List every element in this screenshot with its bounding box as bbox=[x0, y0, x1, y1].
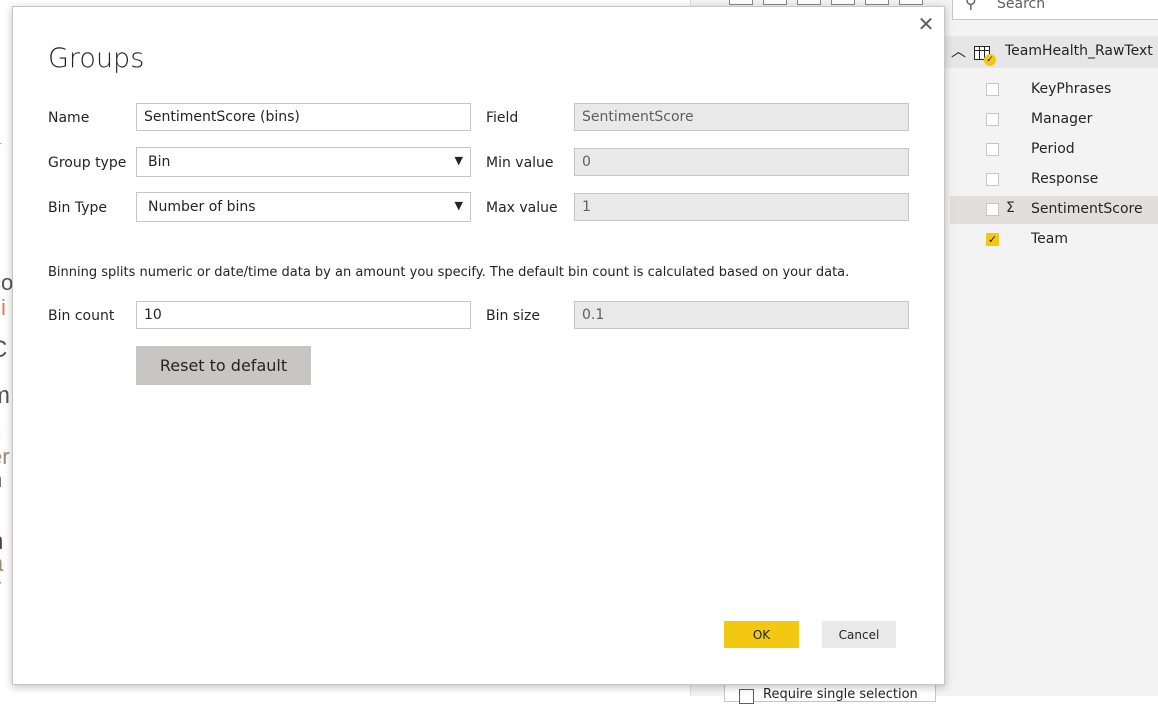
field-checkbox-checked[interactable]: ✓ bbox=[986, 233, 999, 246]
canvas-fragment: m bbox=[0, 382, 10, 410]
bin-size-field: 0.1 bbox=[574, 301, 909, 329]
canvas-fragment: c bbox=[0, 420, 1, 446]
max-value-field: 1 bbox=[574, 193, 909, 221]
field-checkbox[interactable] bbox=[986, 173, 999, 186]
fields-search-input[interactable]: ⚲ Search bbox=[952, 0, 1158, 20]
report-canvas: ar co si C m c er n h a v bbox=[0, 0, 12, 696]
field-label: Response bbox=[1031, 171, 1099, 187]
field-item-period[interactable]: Period bbox=[950, 136, 1158, 164]
field-label: Team bbox=[1031, 231, 1069, 247]
sigma-icon: Σ bbox=[1006, 200, 1015, 216]
field-checkbox[interactable] bbox=[986, 143, 999, 156]
field-item-response[interactable]: Response bbox=[950, 166, 1158, 194]
canvas-fragment: co bbox=[0, 270, 12, 295]
bin-size-label: Bin size bbox=[486, 308, 540, 324]
groups-dialog: ✕ Groups Name SentimentScore (bins) Fiel… bbox=[12, 6, 945, 685]
table-node[interactable]: ︿ ✓ TeamHealth_RawText bbox=[944, 36, 1158, 68]
visual-type-icon[interactable] bbox=[729, 0, 753, 5]
bin-count-label: Bin count bbox=[48, 308, 115, 324]
ok-button[interactable]: OK bbox=[724, 621, 799, 648]
field-item-team[interactable]: ✓ Team bbox=[950, 226, 1158, 254]
field-item-manager[interactable]: Manager bbox=[950, 106, 1158, 134]
canvas-fragment: v bbox=[0, 574, 1, 600]
visual-type-icon[interactable] bbox=[831, 0, 855, 5]
bin-type-select[interactable]: Number of bins ▼ bbox=[136, 192, 471, 222]
cancel-button[interactable]: Cancel bbox=[822, 621, 896, 648]
close-icon[interactable]: ✕ bbox=[915, 13, 937, 35]
name-label: Name bbox=[48, 110, 90, 126]
binning-info-text: Binning splits numeric or date/time data… bbox=[48, 265, 850, 280]
name-input[interactable]: SentimentScore (bins) bbox=[136, 103, 471, 131]
field-checkbox[interactable] bbox=[986, 113, 999, 126]
search-icon: ⚲ bbox=[965, 0, 977, 12]
reset-to-default-button[interactable]: Reset to default bbox=[136, 346, 311, 385]
bin-count-input[interactable]: 10 bbox=[136, 301, 471, 329]
bin-type-value: Number of bins bbox=[148, 199, 256, 215]
field-item-keyphrases[interactable]: KeyPhrases bbox=[950, 76, 1158, 104]
field-item-sentimentscore[interactable]: Σ SentimentScore bbox=[950, 196, 1158, 224]
field-label: Field bbox=[486, 110, 519, 126]
single-selection-label: Require single selection bbox=[763, 687, 918, 702]
table-name: TeamHealth_RawText bbox=[1005, 43, 1153, 59]
checkmark-badge-icon: ✓ bbox=[984, 54, 996, 66]
field-label: Period bbox=[1031, 141, 1075, 157]
canvas-fragment: n bbox=[0, 467, 2, 493]
visual-type-icon[interactable] bbox=[865, 0, 889, 5]
canvas-fragment: si bbox=[0, 295, 6, 320]
visual-gallery bbox=[729, 0, 923, 5]
search-placeholder: Search bbox=[997, 0, 1046, 12]
dialog-title: Groups bbox=[48, 43, 145, 74]
group-type-label: Group type bbox=[48, 155, 127, 171]
chevron-up-icon[interactable]: ︿ bbox=[951, 40, 966, 61]
min-value-label: Min value bbox=[486, 155, 554, 171]
canvas-fragment: C bbox=[0, 336, 7, 364]
max-value-label: Max value bbox=[486, 200, 558, 216]
fields-pane bbox=[944, 0, 1158, 696]
visual-type-icon[interactable] bbox=[797, 0, 821, 5]
field-checkbox[interactable] bbox=[986, 203, 999, 216]
visual-type-icon[interactable] bbox=[899, 0, 923, 5]
dropdown-arrow-icon: ▼ bbox=[454, 154, 463, 167]
bin-type-label: Bin Type bbox=[48, 200, 107, 216]
canvas-fragment: ar bbox=[0, 138, 2, 153]
field-value: SentimentScore bbox=[574, 103, 909, 131]
field-label: KeyPhrases bbox=[1031, 81, 1112, 97]
field-checkbox[interactable] bbox=[986, 83, 999, 96]
group-type-value: Bin bbox=[148, 154, 171, 170]
dropdown-arrow-icon: ▼ bbox=[454, 199, 463, 212]
field-label: SentimentScore bbox=[1031, 201, 1143, 217]
visual-type-icon[interactable] bbox=[763, 0, 787, 5]
group-type-select[interactable]: Bin ▼ bbox=[136, 147, 471, 177]
single-selection-checkbox[interactable] bbox=[739, 689, 754, 704]
field-label: Manager bbox=[1031, 111, 1093, 127]
min-value-field: 0 bbox=[574, 148, 909, 176]
